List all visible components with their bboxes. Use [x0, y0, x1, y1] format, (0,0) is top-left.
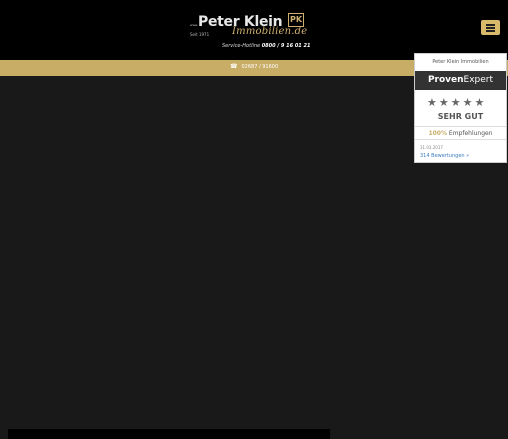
- hotline-label: Service-Hotline: [222, 43, 261, 49]
- phone-number: 02687 / 91600: [241, 63, 279, 70]
- menu-icon-bar: [486, 30, 495, 32]
- logo-monogram: PK: [288, 13, 304, 27]
- bottom-content-bar: [8, 429, 330, 439]
- brand-bold: Proven: [427, 75, 464, 85]
- logo-www: www.: [190, 23, 199, 27]
- site-logo[interactable]: www. Peter Klein PK Seit 1971 Immobilien…: [188, 10, 320, 52]
- hotline-number: 0800 / 9 16 01 21: [261, 43, 311, 49]
- site-header: www. Peter Klein PK Seit 1971 Immobilien…: [0, 0, 508, 60]
- menu-icon-bar: [486, 24, 495, 26]
- hamburger-menu-button[interactable]: [481, 20, 500, 35]
- widget-company: Peter Klein Immobilien: [432, 59, 489, 65]
- recommend-label: Empfehlungen: [448, 130, 493, 137]
- reviews-link[interactable]: 314 Bewertungen »: [420, 153, 469, 159]
- menu-icon-bar: [486, 27, 495, 29]
- brand-light: Expert: [463, 75, 494, 85]
- recommend-percent: 100%: [428, 130, 447, 137]
- recommendation-row: 100% Empfehlungen: [415, 126, 506, 140]
- logo-since: Seit 1971: [190, 32, 210, 37]
- rating-stars-icon: ★★★★★: [427, 96, 487, 109]
- widget-date: 31.03.2017: [420, 145, 443, 150]
- logo-script: Immobilien.de: [232, 26, 308, 37]
- provenexpert-logo: ProvenExpert: [415, 71, 506, 90]
- service-hotline: Service-Hotline 0800 / 9 16 01 21: [222, 43, 311, 49]
- phone-link[interactable]: ☎ 02687 / 91600: [230, 63, 278, 70]
- provenexpert-widget[interactable]: Peter Klein Immobilien ProvenExpert ★★★★…: [414, 53, 507, 163]
- phone-icon: ☎: [230, 63, 238, 70]
- rating-grade: SEHR GUT: [437, 112, 484, 121]
